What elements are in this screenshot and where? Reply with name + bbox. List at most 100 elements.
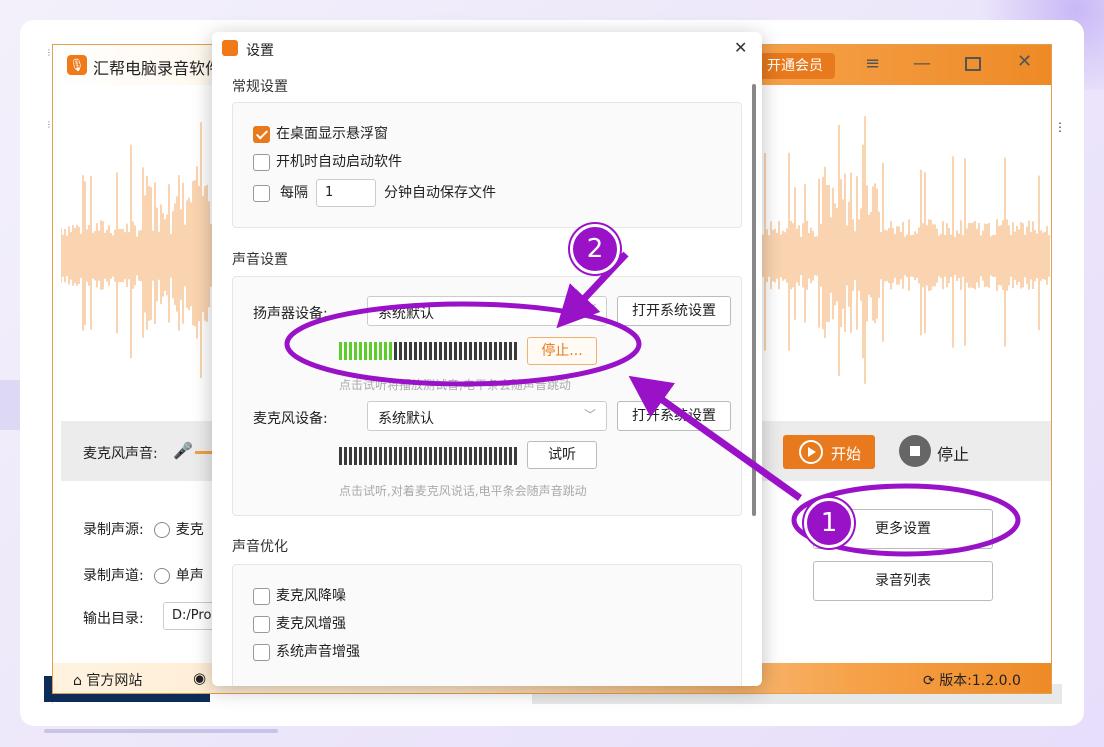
close-icon[interactable]: ✕ [1017, 51, 1032, 72]
sound-settings-group: 扬声器设备: 系统默认 ﹀ 打开系统设置 停止... 点击试听将播放测试音,电平条… [232, 276, 742, 516]
sound-settings-title: 声音设置 [232, 252, 288, 268]
settings-app-icon [222, 40, 238, 56]
meter-bar [374, 447, 377, 465]
floating-window-checkbox[interactable] [253, 125, 270, 143]
official-site-link[interactable]: ⌂ 官方网站 [73, 670, 142, 690]
speaker-open-system-settings-button[interactable]: 打开系统设置 [617, 296, 731, 326]
meter-bar [379, 342, 382, 360]
meter-bar [384, 342, 387, 360]
autostart-checkbox[interactable] [253, 153, 270, 171]
meter-bar [384, 447, 387, 465]
mic-boost-checkbox[interactable] [253, 615, 270, 633]
record-source-radio[interactable] [153, 522, 170, 538]
autosave-checkbox[interactable] [253, 184, 270, 202]
support-icon[interactable]: ◉ [193, 669, 206, 687]
meter-bar [414, 447, 417, 465]
record-list-button[interactable]: 录音列表 [813, 561, 993, 601]
meter-bar [409, 447, 412, 465]
step-1-badge: 1 [804, 498, 854, 548]
record-source-row: 录制声源: 麦克 [83, 519, 204, 539]
record-channel-row: 录制声道: 单声 [83, 565, 204, 585]
system-boost-option[interactable]: 系统声音增强 [253, 641, 360, 661]
sound-optimize-group: 麦克风降噪 麦克风增强 系统声音增强 [232, 564, 742, 686]
speaker-device-select[interactable]: 系统默认 ﹀ [367, 296, 607, 326]
meter-bar [359, 447, 362, 465]
system-boost-checkbox[interactable] [253, 643, 270, 661]
speaker-hint: 点击试听将播放测试音,电平条会随声音跳动 [339, 378, 571, 392]
minimize-icon[interactable]: — [913, 53, 931, 74]
meter-bar [364, 447, 367, 465]
meter-bar [479, 447, 482, 465]
stop-icon[interactable] [899, 435, 931, 467]
mic-device-value: 系统默认 [378, 411, 434, 427]
meter-bar [514, 342, 517, 360]
autostart-option[interactable]: 开机时自动启动软件 [253, 151, 402, 171]
mic-denoise-option[interactable]: 麦克风降噪 [253, 585, 346, 605]
version-label: 版本:1.2.0.0 [939, 673, 1021, 689]
mic-device-select[interactable]: 系统默认 ﹀ [367, 401, 607, 431]
speaker-stop-button[interactable]: 停止... [527, 337, 597, 365]
mic-test-button[interactable]: 试听 [527, 441, 597, 469]
meter-bar [459, 342, 462, 360]
system-boost-label: 系统声音增强 [276, 644, 360, 660]
meter-bar [394, 342, 397, 360]
desktop-right-edge: ⋮ [1052, 84, 1066, 684]
stop-button-label[interactable]: 停止 [937, 441, 969, 465]
meter-bar [444, 342, 447, 360]
home-icon: ⌂ [73, 673, 82, 689]
output-dir-label: 输出目录: [83, 611, 144, 627]
app-title: 汇帮电脑录音软件 [93, 59, 222, 78]
meter-bar [354, 447, 357, 465]
app-logo-icon: 🎙 [67, 55, 87, 75]
floating-window-option[interactable]: 在桌面显示悬浮窗 [253, 123, 388, 143]
meter-bar [419, 342, 422, 360]
vip-button[interactable]: 开通会员 [755, 53, 835, 79]
maximize-icon[interactable] [965, 57, 981, 71]
meter-bar [364, 342, 367, 360]
autosave-suffix: 分钟自动保存文件 [384, 185, 496, 201]
record-channel-option[interactable]: 单声 [176, 568, 204, 584]
close-icon[interactable]: ✕ [734, 38, 747, 57]
mic-open-system-settings-button[interactable]: 打开系统设置 [617, 401, 731, 431]
record-source-option[interactable]: 麦克 [176, 522, 204, 538]
start-button[interactable]: 开始 [783, 435, 875, 469]
meter-bar [504, 447, 507, 465]
mic-denoise-checkbox[interactable] [253, 587, 270, 605]
autosave-interval-input[interactable]: 1 [316, 179, 376, 207]
meter-bar [404, 447, 407, 465]
meter-bar [454, 447, 457, 465]
meter-bar [419, 447, 422, 465]
meter-bar [369, 342, 372, 360]
meter-bar [359, 342, 362, 360]
general-settings-group: 在桌面显示悬浮窗 开机时自动启动软件 每隔 1 分钟自动保存文件 [232, 102, 742, 228]
mic-denoise-label: 麦克风降噪 [276, 588, 346, 604]
meter-bar [414, 342, 417, 360]
sound-optimize-title: 声音优化 [232, 539, 288, 555]
record-channel-radio[interactable] [153, 568, 170, 584]
meter-bar [489, 342, 492, 360]
meter-bar [349, 342, 352, 360]
settings-dialog-title: 设置 [246, 43, 274, 59]
meter-bar [449, 342, 452, 360]
meter-bar [499, 447, 502, 465]
meter-bar [464, 342, 467, 360]
menu-icon[interactable]: ≡ [865, 53, 880, 74]
mic-boost-option[interactable]: 麦克风增强 [253, 613, 346, 633]
meter-bar [494, 447, 497, 465]
meter-bar [444, 447, 447, 465]
chevron-down-icon: ﹀ [583, 303, 596, 317]
microphone-icon: 🎤 [173, 441, 193, 460]
meter-bar [474, 342, 477, 360]
official-site-label: 官方网站 [86, 673, 143, 689]
meter-bar [469, 342, 472, 360]
record-channel-label: 录制声道: [83, 568, 144, 584]
meter-bar [379, 447, 382, 465]
mic-device-label: 麦克风设备: [253, 411, 328, 427]
meter-bar [454, 342, 457, 360]
meter-bar [404, 342, 407, 360]
autosave-prefix: 每隔 [280, 185, 308, 201]
meter-bar [434, 342, 437, 360]
dialog-scrollbar[interactable] [752, 84, 756, 516]
more-icon: ⋮ [1054, 120, 1066, 134]
output-dir-row: 输出目录: [83, 608, 144, 628]
